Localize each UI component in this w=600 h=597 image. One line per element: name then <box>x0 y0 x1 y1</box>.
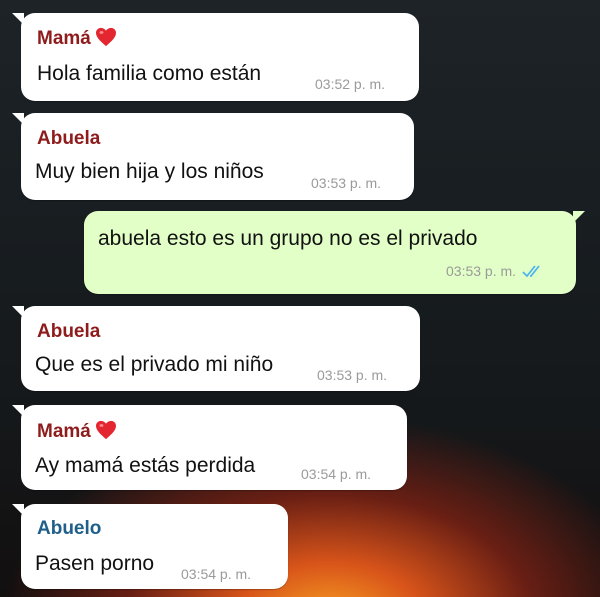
message-text: Hola familia como están <box>37 62 262 85</box>
red-heart-icon <box>95 27 117 47</box>
message-timestamp: 03:53 p. m. <box>317 367 388 383</box>
sender-name: Abuela <box>37 321 101 342</box>
sender-name: Abuelo <box>37 518 102 539</box>
message-text: Pasen porno <box>35 552 155 575</box>
double-check-read-icon <box>522 264 544 278</box>
message-text: abuela esto es un grupo no es el privado <box>98 227 478 250</box>
message-bubble-incoming[interactable]: Mamá Hola familia como están 03:52 p. m. <box>12 13 419 101</box>
message-timestamp: 03:53 p. m. <box>311 175 382 191</box>
message-timestamp: 03:54 p. m. <box>301 466 372 482</box>
message-bubble-incoming[interactable]: Abuelo Pasen porno 03:54 p. m. <box>12 504 288 589</box>
message-bubble-incoming[interactable]: Mamá Ay mamá estás perdida 03:54 p. m. <box>12 405 407 490</box>
message-bubble-outgoing[interactable]: abuela esto es un grupo no es el privado… <box>84 211 585 294</box>
message-timestamp: 03:52 p. m. <box>315 76 386 92</box>
message-bubble-incoming[interactable]: Abuela Muy bien hija y los niños 03:53 p… <box>12 113 414 200</box>
red-heart-icon <box>95 420 117 440</box>
sender-name: Mamá <box>37 27 117 50</box>
message-bubble-incoming[interactable]: Abuela Que es el privado mi niño 03:53 p… <box>12 306 420 391</box>
message-timestamp: 03:54 p. m. <box>181 566 252 582</box>
message-timestamp: 03:53 p. m. <box>446 263 544 279</box>
sender-name: Abuela <box>37 128 101 149</box>
message-text: Ay mamá estás perdida <box>35 454 256 477</box>
chat-conversation: Mamá Hola familia como están 03:52 p. m.… <box>0 0 600 597</box>
sender-name: Mamá <box>37 420 117 443</box>
message-text: Muy bien hija y los niños <box>35 160 264 183</box>
message-text: Que es el privado mi niño <box>35 353 274 376</box>
